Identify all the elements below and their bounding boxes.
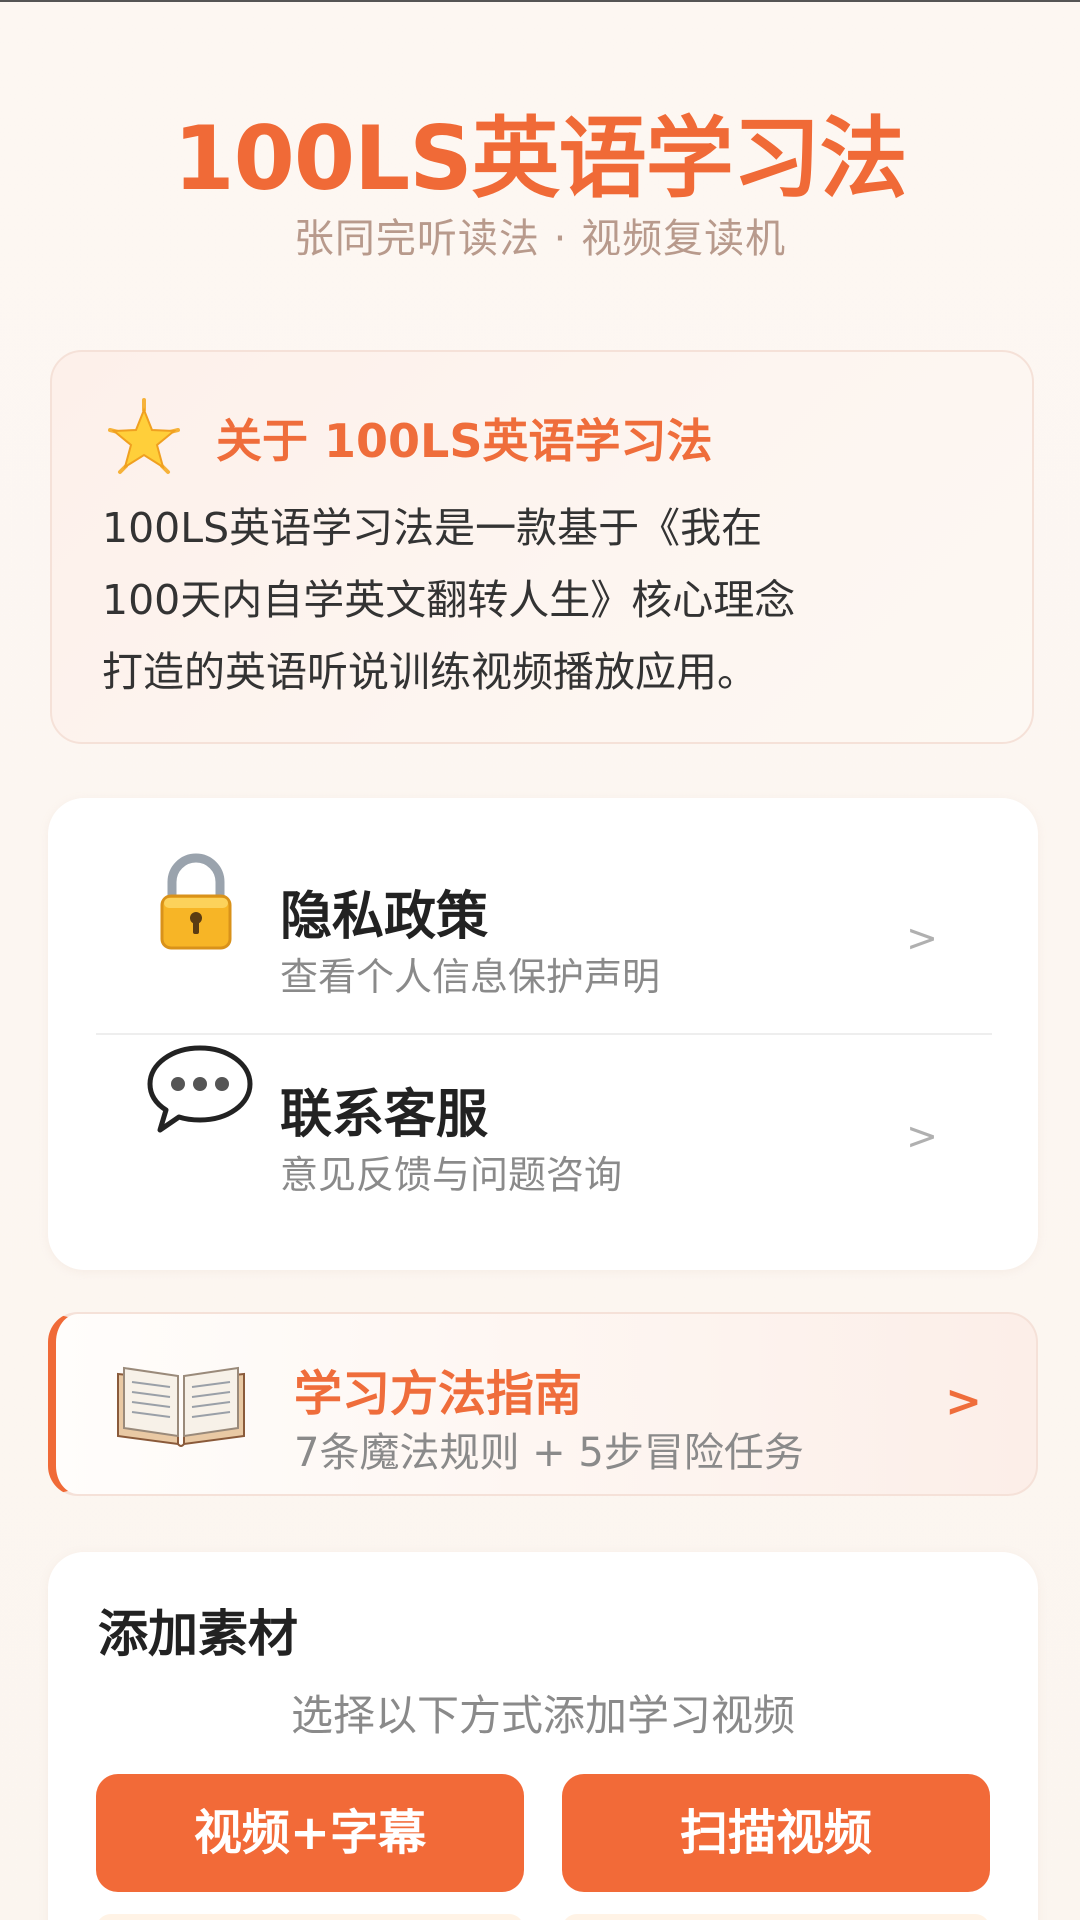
about-line: 打造的英语听说训练视频播放应用。 (102, 648, 758, 696)
about-title: 关于 100LS英语学习法 (216, 414, 713, 468)
status-bar-line (0, 0, 1080, 2)
about-line: 100天内自学英文翻转人生》核心理念 (102, 576, 796, 624)
open-book-icon (114, 1360, 248, 1454)
about-card: 关于 100LS英语学习法 100LS英语学习法是一款基于《我在 100天内自学… (50, 350, 1034, 744)
menu-item-desc: 意见反馈与问题咨询 (280, 1153, 623, 1197)
chevron-right-icon: > (906, 1114, 938, 1158)
scan-video-button[interactable]: 扫描视频 (562, 1774, 990, 1892)
add-material-card: 添加素材 选择以下方式添加学习视频 视频+字幕 扫描视频 (48, 1552, 1038, 1920)
menu-item-title: 隐私政策 (280, 887, 489, 947)
about-header: 关于 100LS英语学习法 (102, 396, 712, 480)
app-title: 100LS英语学习法 (173, 107, 907, 210)
video-subtitle-button[interactable]: 视频+字幕 (96, 1774, 524, 1892)
menu-item-privacy-policy[interactable]: 隐私政策 查看个人信息保护声明 > (48, 798, 1038, 999)
more-option-button[interactable] (562, 1914, 990, 1920)
more-option-button[interactable] (96, 1914, 524, 1920)
about-description: 100LS英语学习法是一款基于《我在 100天内自学英文翻转人生》核心理念 打造… (102, 492, 1002, 708)
learning-guide-card[interactable]: 学习方法指南 7条魔法规则 + 5步冒险任务 > (48, 1312, 1038, 1496)
guide-title: 学习方法指南 (294, 1366, 583, 1422)
add-material-hint: 选择以下方式添加学习视频 (290, 1691, 795, 1740)
about-line: 100LS英语学习法是一款基于《我在 (102, 504, 763, 552)
chevron-right-icon: > (906, 916, 938, 960)
guide-desc: 7条魔法规则 + 5步冒险任务 (294, 1430, 804, 1476)
chat-bubble-icon (144, 1040, 256, 1140)
menu-item-desc: 查看个人信息保护声明 (280, 955, 661, 999)
add-material-title: 添加素材 (98, 1605, 298, 1663)
lock-icon (148, 846, 244, 960)
menu-item-title: 联系客服 (280, 1085, 489, 1145)
chevron-right-icon: > (945, 1376, 982, 1427)
app-subtitle: 张同完听读法 · 视频复读机 (293, 216, 787, 262)
settings-menu-card: 隐私政策 查看个人信息保护声明 > 联系客服 意见反馈与问题咨询 > (48, 798, 1038, 1270)
menu-item-contact-service[interactable]: 联系客服 意见反馈与问题咨询 > (48, 996, 1038, 1197)
star-icon (102, 396, 186, 480)
